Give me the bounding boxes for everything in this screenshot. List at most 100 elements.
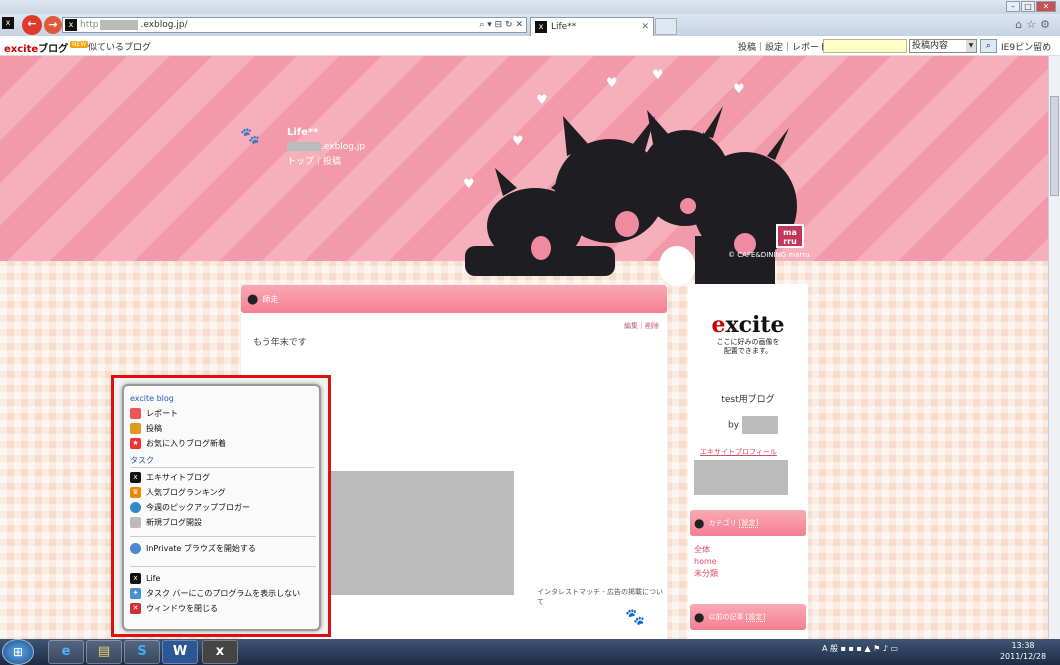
clock-date: 2011/12/28 <box>999 652 1047 661</box>
vertical-scrollbar[interactable] <box>1048 56 1060 639</box>
excite-icon: x <box>130 573 141 584</box>
paw-print-icon: 🐾 <box>625 607 645 626</box>
jumplist-item-life[interactable]: x Life <box>130 571 319 586</box>
chevron-down-icon: ▼ <box>966 40 976 52</box>
taskbar-clock[interactable]: 13:38 2011/12/28 <box>995 640 1051 662</box>
minimize-button[interactable]: – <box>1006 1 1020 12</box>
post-body-text: もう年末です <box>253 338 307 348</box>
jumplist-item-unpin[interactable]: ✦ タスク バーにこのプログラムを表示しない <box>130 586 319 601</box>
post-settings-report-links[interactable]: 投稿｜設定｜レポート <box>738 40 828 53</box>
back-button[interactable]: ← <box>22 15 42 35</box>
similar-blogs-link[interactable]: 似ているブログ <box>88 40 151 53</box>
search-input[interactable] <box>823 39 907 53</box>
jumplist-section-excite-blog: excite blog <box>130 394 174 403</box>
category-item[interactable]: 未分類 <box>694 568 718 580</box>
new-tab-button[interactable] <box>655 18 677 35</box>
sidebar-author: by <box>728 416 778 434</box>
sidebar-logo: excite ここに好みの画像を 配置できます。 <box>706 312 790 356</box>
category-item[interactable]: 全体 <box>694 544 718 556</box>
sidebar-blog-title: test用ブログ <box>721 395 775 405</box>
gear-icon[interactable]: ⚙ <box>1040 18 1054 31</box>
excite-icon: x <box>130 472 141 483</box>
search-scope-select[interactable]: 投稿内容 ▼ <box>909 39 977 53</box>
tab-close-icon[interactable]: ✕ <box>641 22 649 32</box>
inprivate-icon <box>130 543 141 554</box>
paw-print-icon: 🐾 <box>240 126 260 145</box>
forward-button[interactable]: → <box>44 16 62 34</box>
blog-sidebar: excite ここに好みの画像を 配置できます。 test用ブログ by エキサ… <box>688 284 808 639</box>
ie-taskbar-button[interactable]: e <box>48 640 84 664</box>
search-button[interactable]: ⌕ <box>980 39 997 53</box>
photo-copyright: © CAFE&DINING marru <box>728 251 810 259</box>
jumplist-item-inprivate[interactable]: InPrivate ブラウズを開始する <box>130 541 319 556</box>
jumplist-item-report[interactable]: レポート <box>130 406 319 421</box>
favorites-star-icon[interactable]: ☆ <box>1026 18 1040 31</box>
excite-logo: excite <box>711 312 785 338</box>
excite-blog-logo[interactable]: exciteブログ <box>4 40 68 55</box>
blog-title[interactable]: Life** <box>287 127 318 138</box>
excite-taskbar-button[interactable]: x <box>202 640 238 664</box>
jumplist-item-excite-blog[interactable]: x エキサイトブログ <box>130 470 319 485</box>
taskbar-jump-list: excite blog レポート 投稿 ★ お気に入りブログ新着 タスク x エキサ… <box>122 384 321 631</box>
system-tray[interactable]: A 般 ▪ ▪ ▪ ▲ ⚑ ♪ ▭ <box>822 643 898 654</box>
windows-logo-icon: ⊞ <box>12 645 24 659</box>
address-bar-icons[interactable]: ⌕ ▾ ⊟ ↻ ✕ <box>479 20 526 30</box>
bulldog-icon: ● <box>694 516 705 530</box>
excite-profile-link[interactable]: エキサイトプロフィール <box>700 447 777 457</box>
crown-icon: ♛ <box>130 487 141 498</box>
post-title[interactable]: 師走 <box>262 294 278 305</box>
address-bar[interactable]: x http .exblog.jp/ ⌕ ▾ ⊟ ↻ ✕ <box>62 17 527 33</box>
jumplist-item-new-blog[interactable]: 新規ブログ開設 <box>130 515 319 530</box>
clock-time: 13:38 <box>1011 641 1035 650</box>
recent-settings-link[interactable]: [設定] <box>745 613 766 622</box>
category-item[interactable]: home <box>694 556 718 568</box>
heart-icon: ♥ <box>652 68 664 83</box>
tray-icons[interactable]: ▪ ▪ ▪ ▲ ⚑ ♪ ▭ <box>841 644 899 653</box>
blog-url: .exblog.jp <box>287 142 365 152</box>
ime-indicator[interactable]: A 般 <box>822 644 838 653</box>
word-taskbar-button[interactable]: W <box>162 640 198 664</box>
heart-icon: ♥ <box>733 82 745 97</box>
report-icon <box>130 408 141 419</box>
browser-toolbar: ← → x http .exblog.jp/ ⌕ ▾ ⊟ ↻ ✕ x Life*… <box>0 14 1060 36</box>
close-window-button[interactable]: ✕ <box>1036 1 1056 12</box>
tab-life[interactable]: x Life** ✕ <box>530 17 654 36</box>
tab-favicon-icon: x <box>535 21 547 33</box>
toolbar-right-icons[interactable]: ⌂☆⚙ <box>1015 18 1054 31</box>
category-list: 全体 home 未分類 <box>694 544 718 580</box>
jumplist-item-close-window[interactable]: ✕ ウィンドウを閉じる <box>130 601 319 616</box>
explorer-taskbar-button[interactable]: ▤ <box>86 640 122 664</box>
pin-icon: ✦ <box>130 588 141 599</box>
skype-taskbar-button[interactable]: S <box>124 640 160 664</box>
maximize-button[interactable]: □ <box>1021 1 1035 12</box>
windows-taskbar: ⊞ e ▤ S W x A 般 ▪ ▪ ▪ ▲ ⚑ ♪ ▭ 13:38 2011… <box>0 639 1060 665</box>
url-redaction <box>100 20 139 30</box>
close-icon: ✕ <box>130 603 141 614</box>
recent-posts-heading: ● 以前の記事 [設定] <box>690 604 806 630</box>
post-image-redacted <box>321 471 514 595</box>
jumplist-divider <box>130 566 316 567</box>
jumplist-item-pickup[interactable]: 今週のピックアップブロガー <box>130 500 319 515</box>
home-icon[interactable]: ⌂ <box>1015 18 1026 31</box>
edit-delete-links[interactable]: 編集｜削除 <box>624 321 659 331</box>
category-settings-link[interactable]: [設定] <box>738 519 759 528</box>
start-button[interactable]: ⊞ <box>2 639 34 665</box>
jumplist-item-ranking[interactable]: ♛ 人気ブログランキング <box>130 485 319 500</box>
ie9-pin-link[interactable]: IE9ピン留め <box>1001 40 1051 53</box>
jumplist-item-favorites[interactable]: ★ お気に入りブログ新着 <box>130 436 319 451</box>
jumplist-item-post[interactable]: 投稿 <box>130 421 319 436</box>
bulldog-icon: ● <box>247 291 259 307</box>
scrollbar-thumb[interactable] <box>1050 96 1059 196</box>
pickup-icon <box>130 502 141 513</box>
jumplist-section-tasks: タスク <box>130 455 314 468</box>
ad-info-link[interactable]: インタレストマッチ - 広告の掲載について <box>537 587 667 607</box>
new-blog-icon <box>130 517 141 528</box>
bulldog-icon: ● <box>694 610 705 624</box>
blog-nav-links[interactable]: トップ｜投稿 <box>287 154 341 167</box>
author-redaction <box>741 416 778 434</box>
url-prefix: http <box>80 20 99 30</box>
url-suffix: .exblog.jp/ <box>140 20 188 30</box>
category-heading: ● カテゴリ [設定] <box>690 510 806 536</box>
site-favicon-icon: x <box>65 19 77 31</box>
heart-icon: ♥ <box>606 76 618 91</box>
